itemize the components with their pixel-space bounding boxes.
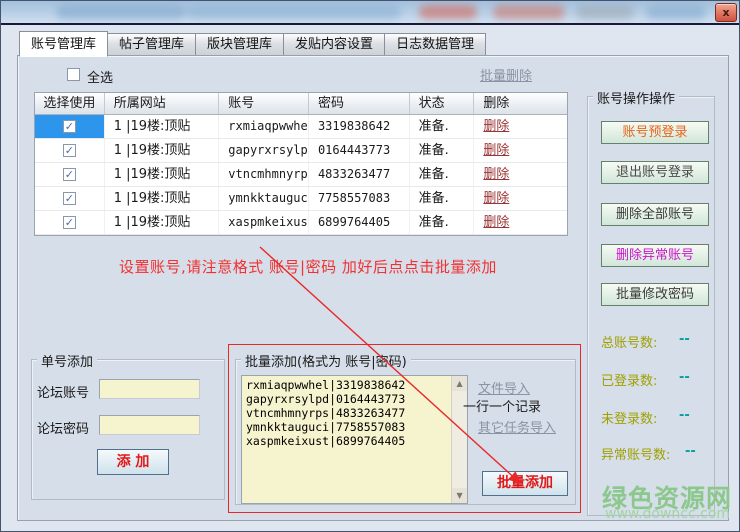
cell-password: 4833263477	[309, 163, 410, 186]
tab-post-content-settings[interactable]: 发贴内容设置	[284, 33, 385, 57]
pre-login-button[interactable]: 账号预登录	[601, 121, 709, 144]
row-checkbox[interactable]	[63, 192, 76, 205]
row-delete-link[interactable]: 删除	[483, 167, 509, 182]
row-checkbox[interactable]	[63, 144, 76, 157]
tab-strip: 账号管理库 帖子管理库 版块管理库 发贴内容设置 日志数据管理	[19, 31, 486, 56]
titlebar: x	[1, 1, 740, 25]
cell-site: 1 |19楼:顶贴	[105, 139, 220, 162]
titlebar-blur-decoration	[419, 5, 477, 19]
header-status: 状态	[410, 93, 475, 114]
table-row: 1 |19楼:顶贴 ymnkktauguci 7758557083 准备. 删除	[35, 187, 567, 211]
cell-status: 准备.	[410, 139, 475, 162]
batch-add-title: 批量添加(格式为 账号|密码)	[241, 351, 411, 370]
batch-add-textarea-frame: rxmiaqpwwhel|3319838642 gapyrxrsylpd|016…	[241, 375, 468, 504]
header-site: 所属网站	[105, 93, 220, 114]
select-all-label: 全选	[87, 67, 113, 86]
scroll-down-icon[interactable]	[452, 488, 467, 503]
tab-post-library[interactable]: 帖子管理库	[108, 33, 196, 57]
tab-log-data-management[interactable]: 日志数据管理	[385, 33, 486, 57]
row-checkbox[interactable]	[63, 168, 76, 181]
cell-status: 准备.	[410, 115, 475, 138]
stat-abnormal-accounts-value: --	[685, 444, 696, 459]
batch-add-button[interactable]: 批量添加	[482, 471, 568, 496]
row-checkbox[interactable]	[63, 120, 76, 133]
select-all-checkbox[interactable]	[67, 68, 80, 81]
table-row: 1 |19楼:顶贴 gapyrxrsylpd 0164443773 准备. 删除	[35, 139, 567, 163]
cell-status: 准备.	[410, 211, 475, 234]
accounts-table: 选择使用 所属网站 账号 密码 状态 删除 1 |19楼:顶贴 rxmiaqpw…	[34, 92, 568, 236]
app-window: x 账号管理库 帖子管理库 版块管理库 发贴内容设置 日志数据管理 全选 批量删…	[0, 0, 740, 532]
table-header: 选择使用 所属网站 账号 密码 状态 删除	[35, 93, 567, 115]
titlebar-blur-decoration	[186, 5, 401, 19]
titlebar-blur-decoration	[56, 5, 186, 19]
cell-site: 1 |19楼:顶贴	[105, 211, 220, 234]
stat-not-logged-in-label: 未登录数:	[601, 408, 657, 427]
cell-site: 1 |19楼:顶贴	[105, 163, 220, 186]
cell-account: xaspmkeixust	[219, 211, 309, 234]
cell-account: vtncmhmnyrps	[219, 163, 309, 186]
row-checkbox[interactable]	[63, 216, 76, 229]
stat-logged-in-value: --	[679, 370, 690, 385]
row-delete-link[interactable]: 删除	[483, 215, 509, 230]
row-delete-link[interactable]: 删除	[483, 143, 509, 158]
stat-not-logged-in-value: --	[679, 408, 690, 423]
cell-site: 1 |19楼:顶贴	[105, 187, 220, 210]
table-row: 1 |19楼:顶贴 xaspmkeixust 6899764405 准备. 删除	[35, 211, 567, 235]
titlebar-blur-decoration	[493, 5, 565, 19]
cell-site: 1 |19楼:顶贴	[105, 115, 220, 138]
delete-all-accounts-button[interactable]: 删除全部账号	[601, 203, 709, 226]
cell-password: 7758557083	[309, 187, 410, 210]
cell-account: rxmiaqpwwhel	[219, 115, 309, 138]
batch-add-textarea[interactable]: rxmiaqpwwhel|3319838642 gapyrxrsylpd|016…	[242, 376, 451, 503]
tab-account-library[interactable]: 账号管理库	[19, 31, 108, 57]
cell-password: 3319838642	[309, 115, 410, 138]
header-select: 选择使用	[35, 93, 105, 114]
stat-total-accounts-label: 总账号数:	[601, 332, 657, 351]
titlebar-blur-decoration	[646, 5, 706, 19]
stat-logged-in-label: 已登录数:	[601, 370, 657, 389]
titlebar-blur-decoration	[576, 5, 634, 19]
cell-status: 准备.	[410, 187, 475, 210]
row-delete-link[interactable]: 删除	[483, 191, 509, 206]
forum-account-label: 论坛账号	[37, 382, 89, 401]
scroll-up-icon[interactable]	[452, 376, 467, 391]
stat-abnormal-accounts-label: 异常账号数:	[601, 444, 670, 463]
cell-password: 0164443773	[309, 139, 410, 162]
forum-password-input[interactable]	[99, 415, 200, 435]
account-ops-title: 账号操作操作	[593, 88, 679, 107]
other-task-import-link[interactable]: 其它任务导入	[478, 417, 556, 436]
cell-account: ymnkktauguci	[219, 187, 309, 210]
batch-delete-link[interactable]: 批量删除	[480, 65, 532, 84]
add-button[interactable]: 添 加	[97, 449, 169, 475]
tab-board-library[interactable]: 版块管理库	[196, 33, 284, 57]
one-record-per-line-label: 一行一个记录	[463, 396, 541, 415]
header-account: 账号	[219, 93, 309, 114]
table-row: 1 |19楼:顶贴 vtncmhmnyrps 4833263477 准备. 删除	[35, 163, 567, 187]
forum-account-input[interactable]	[99, 379, 200, 399]
stat-total-accounts-value: --	[679, 332, 690, 347]
format-hint-text: 设置账号,请注意格式 账号|密码 加好后点点击批量添加	[119, 256, 497, 277]
row-delete-link[interactable]: 删除	[483, 119, 509, 134]
cell-account: gapyrxrsylpd	[219, 139, 309, 162]
cell-status: 准备.	[410, 163, 475, 186]
forum-password-label: 论坛密码	[37, 418, 89, 437]
logout-accounts-button[interactable]: 退出账号登录	[601, 161, 709, 184]
delete-abnormal-accounts-button[interactable]: 删除异常账号	[601, 244, 709, 267]
header-delete: 删除	[474, 93, 567, 114]
close-button[interactable]: x	[715, 3, 737, 22]
watermark-site-url: www.downcc.com	[605, 506, 730, 522]
cell-password: 6899764405	[309, 211, 410, 234]
file-import-link[interactable]: 文件导入	[478, 378, 530, 397]
table-row: 1 |19楼:顶贴 rxmiaqpwwhel 3319838642 准备. 删除	[35, 115, 567, 139]
single-add-title: 单号添加	[37, 351, 97, 370]
header-password: 密码	[309, 93, 410, 114]
batch-change-password-button[interactable]: 批量修改密码	[601, 283, 709, 306]
